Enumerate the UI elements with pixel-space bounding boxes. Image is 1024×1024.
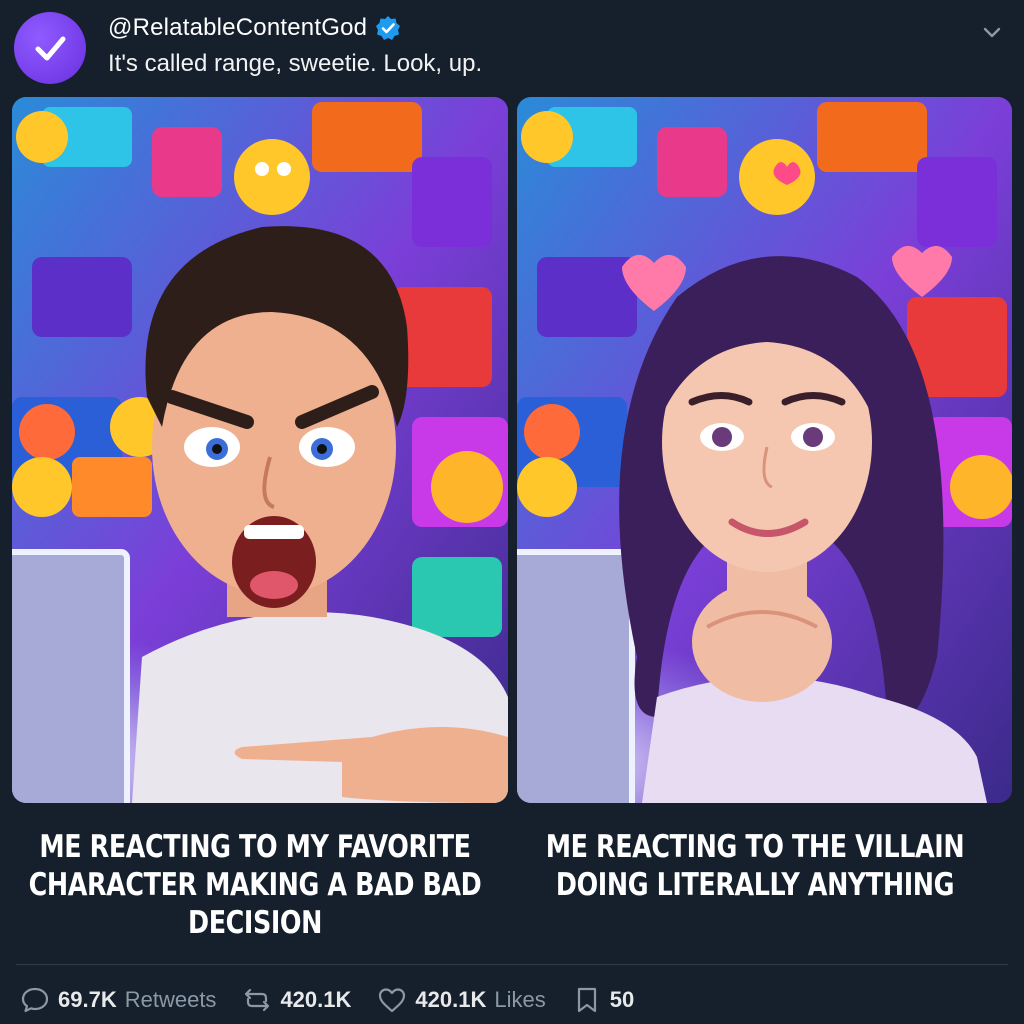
like-label: Likes bbox=[494, 987, 546, 1012]
angry-man-illustration bbox=[12, 97, 508, 803]
caption-left: ME REACTING TO MY FAVORITE CHARACTER MAK… bbox=[28, 829, 482, 941]
chevron-down-icon[interactable] bbox=[980, 20, 1004, 44]
bookmark-button[interactable]: 50 bbox=[572, 985, 634, 1015]
meme-image-left[interactable] bbox=[12, 97, 508, 803]
retweet-count: 420.1K bbox=[280, 987, 352, 1012]
avatar[interactable] bbox=[14, 12, 86, 84]
reply-button[interactable]: 69.7K Retweets bbox=[20, 985, 216, 1015]
like-count: 420.1K bbox=[415, 987, 487, 1012]
bookmark-count: 50 bbox=[609, 987, 635, 1012]
divider bbox=[16, 964, 1008, 965]
retweet-button[interactable]: 420.1K bbox=[242, 985, 351, 1015]
action-bar: 69.7K Retweets 420.1K 420.1K Likes 50 bbox=[20, 982, 660, 1018]
smiling-woman-illustration bbox=[517, 97, 1012, 803]
author-handle[interactable]: @RelatableContentGod bbox=[108, 14, 367, 42]
meme-image-right[interactable] bbox=[517, 97, 1012, 803]
reply-count: 69.7K bbox=[58, 987, 117, 1012]
tweet-text: It's called range, sweetie. Look, up. bbox=[108, 50, 483, 77]
heart-icon bbox=[379, 988, 406, 1013]
author-row: @RelatableContentGod bbox=[108, 14, 401, 42]
caption-right: ME REACTING TO THE VILLAIN DOING LITERAL… bbox=[545, 829, 965, 903]
reply-label: Retweets bbox=[124, 987, 217, 1012]
reply-icon bbox=[21, 987, 49, 1013]
retweet-icon bbox=[245, 988, 270, 1012]
like-button[interactable]: 420.1K Likes bbox=[377, 985, 546, 1015]
bookmark-icon bbox=[577, 987, 596, 1013]
verified-badge-icon bbox=[376, 16, 401, 40]
checkmark-icon bbox=[35, 36, 66, 61]
